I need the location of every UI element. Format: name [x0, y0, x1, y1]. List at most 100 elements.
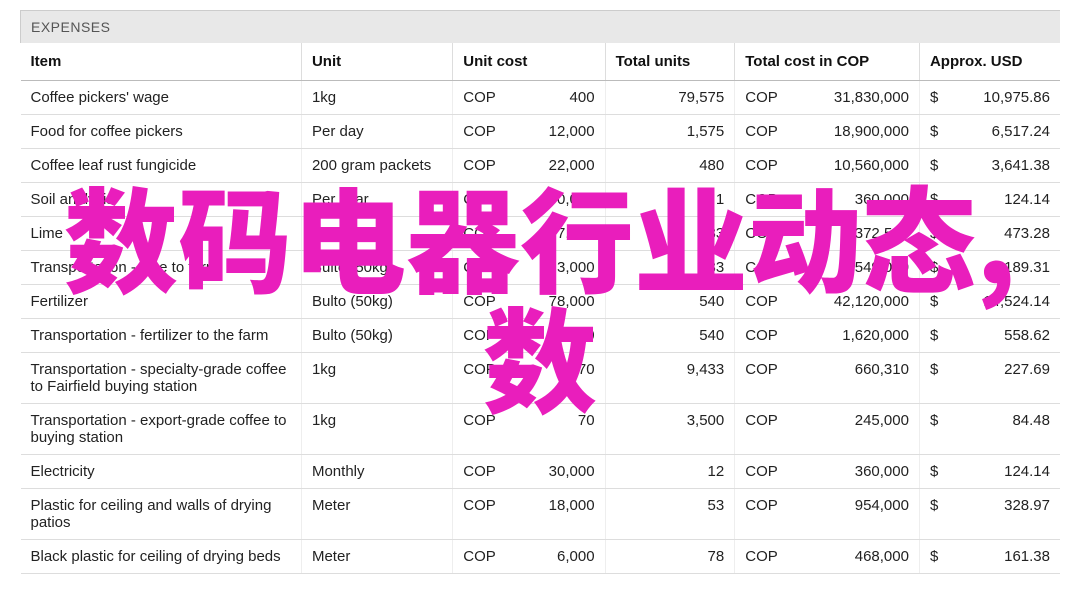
- table-row: Transportation - export-grade coffee to …: [21, 404, 1061, 455]
- cell-totalcop-value: 31,830,000: [790, 81, 920, 115]
- cell-unitcost-value: 12,000: [508, 115, 605, 149]
- cell-usd-currency: $: [919, 489, 951, 540]
- cell-unitcost-currency: COP: [453, 404, 508, 455]
- cell-unit: 1kg: [301, 353, 452, 404]
- cell-unit: Monthly: [301, 455, 452, 489]
- cell-usd-currency: $: [919, 183, 951, 217]
- cell-usd-currency: $: [919, 81, 951, 115]
- header-unitcost: Unit cost: [453, 43, 605, 81]
- table-row: Food for coffee pickers Per day COP 12,0…: [21, 115, 1061, 149]
- header-unit: Unit: [301, 43, 452, 81]
- cell-unitcost-currency: COP: [453, 353, 508, 404]
- cell-unit: Meter: [301, 540, 452, 574]
- table-row: Coffee leaf rust fungicide 200 gram pack…: [21, 149, 1061, 183]
- cell-usd-currency: $: [919, 149, 951, 183]
- cell-usd-currency: $: [919, 540, 951, 574]
- cell-usd-value: 84.48: [952, 404, 1060, 455]
- cell-unitcost-currency: COP: [453, 319, 508, 353]
- cell-item: Soil analysis: [21, 183, 302, 217]
- cell-unitcost-value: 6,000: [508, 540, 605, 574]
- cell-unitcost-value: 3,000: [508, 319, 605, 353]
- cell-totalcop-value: 468,000: [790, 540, 920, 574]
- cell-totalcop-value: 1,620,000: [790, 319, 920, 353]
- table-row: Coffee pickers' wage 1kg COP 400 79,575 …: [21, 81, 1061, 115]
- cell-unitcost-currency: COP: [453, 540, 508, 574]
- cell-usd-value: 473.28: [952, 217, 1060, 251]
- cell-totalcop-value: 954,000: [790, 489, 920, 540]
- cell-usd-value: 558.62: [952, 319, 1060, 353]
- cell-usd-value: 6,517.24: [952, 115, 1060, 149]
- cell-totalcop-currency: COP: [735, 319, 790, 353]
- cell-unit: Bulto (50kg): [301, 319, 452, 353]
- cell-totalcop-value: 10,560,000: [790, 149, 920, 183]
- cell-item: Lime: [21, 217, 302, 251]
- cell-totalunits: 79,575: [605, 81, 735, 115]
- cell-unitcost-value: 3,000: [508, 251, 605, 285]
- cell-totalcop-value: 18,900,000: [790, 115, 920, 149]
- cell-totalunits: 3,500: [605, 404, 735, 455]
- header-usd: Approx. USD: [919, 43, 1060, 81]
- cell-usd-value: 161.38: [952, 540, 1060, 574]
- cell-item: Transportation - fertilizer to the farm: [21, 319, 302, 353]
- cell-unitcost-currency: COP: [453, 81, 508, 115]
- cell-totalcop-currency: COP: [735, 404, 790, 455]
- cell-usd-currency: $: [919, 319, 951, 353]
- table-header-row: Item Unit Unit cost Total units Total co…: [21, 43, 1061, 81]
- cell-totalunits: 480: [605, 149, 735, 183]
- cell-usd-currency: $: [919, 455, 951, 489]
- cell-totalcop-currency: COP: [735, 455, 790, 489]
- table-row: Plastic for ceiling and walls of drying …: [21, 489, 1061, 540]
- cell-item: Coffee leaf rust fungicide: [21, 149, 302, 183]
- table-row: Lime Bulto (50kg) COP 7,500 183 COP 1,37…: [21, 217, 1061, 251]
- cell-totalcop-value: 245,000: [790, 404, 920, 455]
- cell-usd-currency: $: [919, 251, 951, 285]
- cell-usd-value: 124.14: [952, 183, 1060, 217]
- cell-totalcop-value: 549,000: [790, 251, 920, 285]
- cell-unitcost-currency: COP: [453, 455, 508, 489]
- cell-unit: Bulto (50kg): [301, 217, 452, 251]
- cell-unitcost-currency: COP: [453, 285, 508, 319]
- cell-usd-currency: $: [919, 285, 951, 319]
- cell-usd-value: 227.69: [952, 353, 1060, 404]
- cell-unitcost-value: 22,000: [508, 149, 605, 183]
- cell-usd-currency: $: [919, 115, 951, 149]
- cell-totalunits: 12: [605, 455, 735, 489]
- cell-usd-value: 189.31: [952, 251, 1060, 285]
- cell-unitcost-currency: COP: [453, 149, 508, 183]
- cell-usd-currency: $: [919, 404, 951, 455]
- cell-usd-currency: $: [919, 217, 951, 251]
- cell-unit: 1kg: [301, 404, 452, 455]
- cell-item: Electricity: [21, 455, 302, 489]
- cell-unitcost-value: 7,500: [508, 217, 605, 251]
- cell-item: Fertilizer: [21, 285, 302, 319]
- cell-item: Transportation - lime to farm: [21, 251, 302, 285]
- cell-totalunits: 9,433: [605, 353, 735, 404]
- cell-item: Food for coffee pickers: [21, 115, 302, 149]
- cell-usd-currency: $: [919, 353, 951, 404]
- cell-unitcost-value: 78,000: [508, 285, 605, 319]
- cell-item: Plastic for ceiling and walls of drying …: [21, 489, 302, 540]
- cell-unitcost-currency: COP: [453, 217, 508, 251]
- cell-totalcop-value: 360,000: [790, 183, 920, 217]
- cell-totalunits: 183: [605, 217, 735, 251]
- cell-unitcost-value: 70: [508, 353, 605, 404]
- cell-unitcost-value: 30,000: [508, 455, 605, 489]
- table-row: Soil analysis Per year COP 360,000 1 COP…: [21, 183, 1061, 217]
- cell-unit: Bulto (50kg): [301, 285, 452, 319]
- cell-unitcost-value: 18,000: [508, 489, 605, 540]
- cell-item: Transportation - specialty-grade coffee …: [21, 353, 302, 404]
- cell-totalcop-value: 360,000: [790, 455, 920, 489]
- table-row: Transportation - lime to farm Bulto (50k…: [21, 251, 1061, 285]
- cell-item: Black plastic for ceiling of drying beds: [21, 540, 302, 574]
- cell-unitcost-currency: COP: [453, 489, 508, 540]
- table-row: Electricity Monthly COP 30,000 12 COP 36…: [21, 455, 1061, 489]
- cell-totalcop-currency: COP: [735, 183, 790, 217]
- cell-totalcop-currency: COP: [735, 353, 790, 404]
- expenses-table-container: EXPENSES Item Unit Unit cost Total units…: [0, 0, 1080, 584]
- cell-totalunits: 540: [605, 285, 735, 319]
- cell-unit: Per day: [301, 115, 452, 149]
- header-totalcop: Total cost in COP: [735, 43, 920, 81]
- cell-unit: 1kg: [301, 81, 452, 115]
- cell-unitcost-value: 70: [508, 404, 605, 455]
- cell-totalunits: 183: [605, 251, 735, 285]
